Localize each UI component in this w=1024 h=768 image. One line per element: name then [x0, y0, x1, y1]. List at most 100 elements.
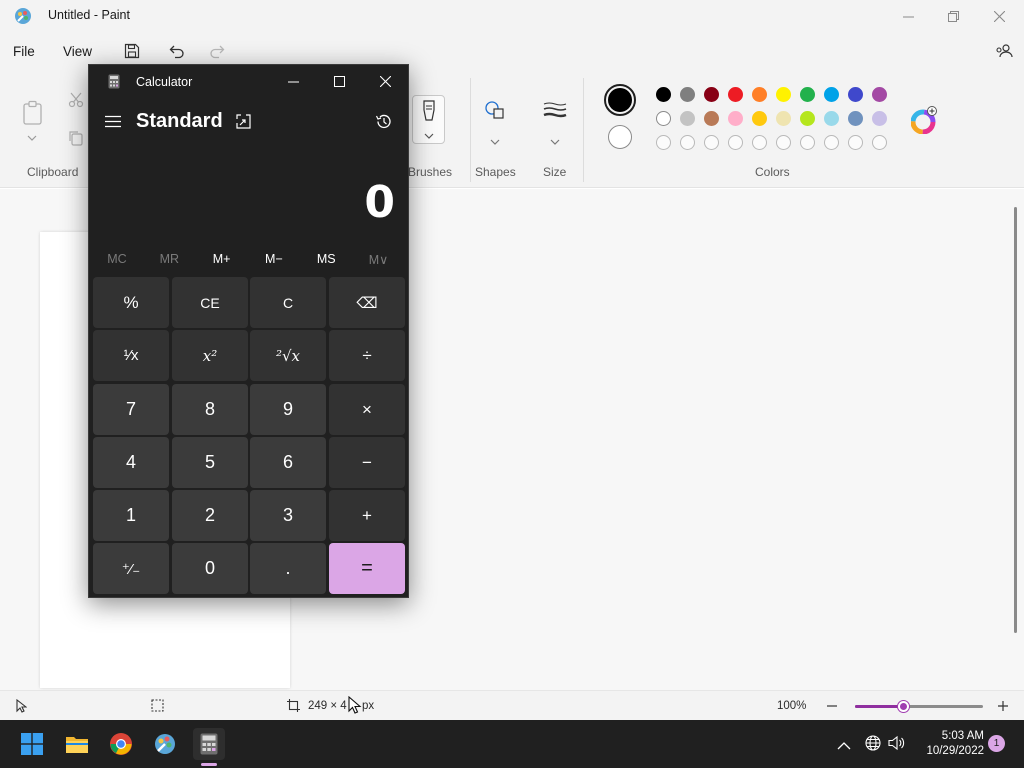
cut-button[interactable]: [68, 92, 84, 113]
navigation-menu-button[interactable]: [105, 115, 121, 133]
secondary-color-button[interactable]: [608, 125, 632, 149]
color-swatch[interactable]: [752, 87, 767, 102]
digit-1-button[interactable]: 1: [93, 490, 169, 541]
custom-color-slot[interactable]: [728, 135, 743, 150]
digit-7-button[interactable]: 7: [93, 384, 169, 435]
show-hidden-icons-button[interactable]: [837, 737, 851, 755]
account-button[interactable]: [994, 41, 1014, 61]
custom-color-slot[interactable]: [752, 135, 767, 150]
color-swatch[interactable]: [848, 87, 863, 102]
custom-color-slot[interactable]: [704, 135, 719, 150]
digit-9-button[interactable]: 9: [250, 384, 326, 435]
network-button[interactable]: [865, 735, 881, 756]
notification-badge[interactable]: 1: [988, 735, 1005, 752]
decimal-button[interactable]: .: [250, 543, 326, 594]
primary-color-button[interactable]: [604, 84, 636, 116]
paint-taskbar-button[interactable]: [149, 728, 181, 760]
system-clock[interactable]: 5:03 AM 10/29/2022: [912, 729, 984, 759]
digit-0-button[interactable]: 0: [172, 543, 248, 594]
square-root-button[interactable]: ²√x: [250, 330, 326, 381]
color-swatch[interactable]: [680, 111, 695, 126]
color-swatch[interactable]: [776, 111, 791, 126]
color-swatch[interactable]: [800, 87, 815, 102]
undo-button[interactable]: [167, 41, 187, 61]
color-swatch[interactable]: [728, 87, 743, 102]
memory-button-mplus[interactable]: M+: [196, 252, 248, 266]
history-button[interactable]: [375, 113, 392, 135]
color-swatch[interactable]: [824, 111, 839, 126]
zoom-in-button[interactable]: [997, 699, 1011, 713]
zoom-slider-thumb[interactable]: [897, 701, 909, 712]
color-swatch[interactable]: [704, 111, 719, 126]
custom-color-slot[interactable]: [800, 135, 815, 150]
save-button[interactable]: [122, 41, 142, 61]
equals-button[interactable]: =: [329, 543, 405, 594]
subtract-button[interactable]: −: [329, 437, 405, 488]
custom-color-slot[interactable]: [776, 135, 791, 150]
calculator-taskbar-button[interactable]: [193, 728, 225, 760]
memory-button-mr[interactable]: MR: [143, 252, 195, 266]
paste-dropdown-chevron-icon[interactable]: [27, 128, 37, 146]
color-swatch[interactable]: [656, 87, 671, 102]
color-swatch[interactable]: [704, 87, 719, 102]
clear-entry-button[interactable]: CE: [172, 277, 248, 328]
size-button[interactable]: [543, 102, 567, 123]
redo-button[interactable]: [207, 41, 227, 61]
digit-2-button[interactable]: 2: [172, 490, 248, 541]
color-swatch[interactable]: [680, 87, 695, 102]
menu-file[interactable]: File: [13, 44, 35, 59]
digit-5-button[interactable]: 5: [172, 437, 248, 488]
chrome-taskbar-button[interactable]: [105, 728, 137, 760]
digit-3-button[interactable]: 3: [250, 490, 326, 541]
color-swatch[interactable]: [752, 111, 767, 126]
calculator-close-button[interactable]: [362, 65, 408, 97]
memory-button-ms[interactable]: MS: [300, 252, 352, 266]
clear-button[interactable]: C: [250, 277, 326, 328]
custom-color-slot[interactable]: [872, 135, 887, 150]
edit-colors-button[interactable]: [910, 106, 939, 139]
memory-button-mminus[interactable]: M−: [248, 252, 300, 266]
menu-view[interactable]: View: [63, 44, 92, 59]
restore-button[interactable]: [930, 0, 976, 32]
size-chevron-icon[interactable]: [550, 132, 560, 150]
paste-button[interactable]: [22, 100, 44, 131]
start-button[interactable]: [16, 728, 48, 760]
backspace-button[interactable]: ⌫: [329, 277, 405, 328]
color-swatch[interactable]: [656, 111, 671, 126]
close-button[interactable]: [976, 0, 1022, 32]
divide-button[interactable]: ÷: [329, 330, 405, 381]
square-button[interactable]: x²: [172, 330, 248, 381]
file-explorer-taskbar-button[interactable]: [61, 728, 93, 760]
multiply-button[interactable]: ×: [329, 384, 405, 435]
digit-4-button[interactable]: 4: [93, 437, 169, 488]
zoom-slider[interactable]: [855, 701, 983, 712]
minimize-button[interactable]: [885, 0, 931, 32]
color-swatch[interactable]: [728, 111, 743, 126]
vertical-scrollbar[interactable]: [1014, 207, 1017, 633]
reciprocal-button[interactable]: ¹⁄x: [93, 330, 169, 381]
zoom-out-button[interactable]: [826, 699, 840, 713]
custom-color-slot[interactable]: [680, 135, 695, 150]
custom-color-slot[interactable]: [656, 135, 671, 150]
memory-button-mc[interactable]: MC: [91, 252, 143, 266]
keep-on-top-button[interactable]: [236, 114, 251, 134]
percent-button[interactable]: %: [93, 277, 169, 328]
calculator-minimize-button[interactable]: [270, 65, 316, 97]
calculator-maximize-button[interactable]: [316, 65, 362, 97]
color-swatch[interactable]: [848, 111, 863, 126]
custom-color-slot[interactable]: [848, 135, 863, 150]
add-button[interactable]: +: [329, 490, 405, 541]
custom-color-slot[interactable]: [824, 135, 839, 150]
shapes-button[interactable]: [484, 100, 506, 125]
digit-8-button[interactable]: 8: [172, 384, 248, 435]
color-swatch[interactable]: [872, 111, 887, 126]
shapes-chevron-icon[interactable]: [490, 132, 500, 150]
color-swatch[interactable]: [800, 111, 815, 126]
brushes-button[interactable]: [412, 95, 445, 144]
volume-button[interactable]: [888, 735, 906, 756]
color-swatch[interactable]: [776, 87, 791, 102]
color-swatch[interactable]: [824, 87, 839, 102]
digit-6-button[interactable]: 6: [250, 437, 326, 488]
negate-button[interactable]: ⁺⁄₋: [93, 543, 169, 594]
memory-button-mlist[interactable]: M∨: [353, 252, 405, 267]
